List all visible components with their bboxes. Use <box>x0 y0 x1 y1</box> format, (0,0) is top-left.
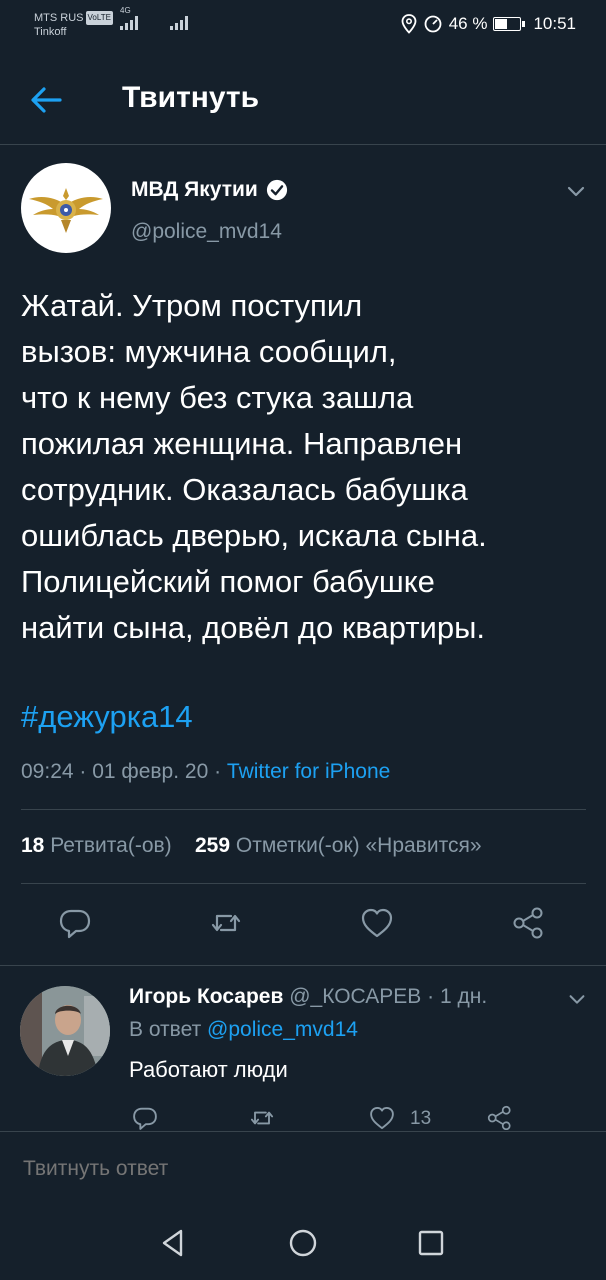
reply-icon[interactable] <box>57 905 93 941</box>
compose-bar <box>0 1131 606 1206</box>
divider <box>21 883 586 884</box>
nav-home-icon[interactable] <box>286 1226 320 1260</box>
reply-to-line: В ответ @police_mvd14 <box>129 1018 358 1042</box>
reply-actions: 13 <box>0 1104 606 1130</box>
reply-like-count: 13 <box>410 1108 432 1129</box>
like-icon[interactable] <box>359 905 395 941</box>
carrier-info: MTS RUS VoLTE Tinkoff <box>34 11 113 39</box>
carrier-name-2: Tinkoff <box>34 26 67 38</box>
battery-percent: 46 % <box>448 14 488 33</box>
arrow-left-icon <box>31 87 62 113</box>
volte-badge: VoLTE <box>85 11 113 25</box>
tweet-text: Жатай. Утром поступил вызов: мужчина соо… <box>21 288 487 645</box>
reply-tweet[interactable]: Игорь Косарев @_КОСАРЕВ · 1 дн. В ответ … <box>0 966 606 1130</box>
tweet-date: 01 февр. 20 <box>92 760 209 783</box>
tweet-actions <box>0 905 606 955</box>
signal-strength-2-icon <box>170 14 188 30</box>
nav-back-icon[interactable] <box>156 1226 190 1260</box>
reply-text: Работают люди <box>129 1057 288 1082</box>
reply-age: 1 дн. <box>439 985 488 1008</box>
system-navbar <box>0 1206 606 1280</box>
chevron-down-icon[interactable] <box>566 988 588 1010</box>
tweet-source[interactable]: Twitter for iPhone <box>227 760 390 783</box>
retweets-count[interactable]: 18 <box>21 834 44 857</box>
verified-badge-icon <box>266 179 287 201</box>
tweet-stats: 18 Ретвита(-ов) 259 Отметки(-ок) «Нравит… <box>21 834 571 858</box>
retweets-label[interactable]: Ретвита(-ов) <box>50 834 171 857</box>
like-icon[interactable] <box>368 1104 396 1130</box>
reply-icon[interactable] <box>131 1104 159 1130</box>
reply-header: Игорь Косарев @_КОСАРЕВ · 1 дн. <box>129 985 488 1008</box>
reply-to-mention[interactable]: @police_mvd14 <box>207 1018 358 1041</box>
likes-count[interactable]: 259 <box>195 834 230 857</box>
author-name-text: МВД Якутии <box>131 178 258 201</box>
signal-strength-icon <box>120 14 138 30</box>
app-header: Твитнуть <box>0 52 606 145</box>
share-icon[interactable] <box>486 1104 514 1130</box>
battery-icon <box>493 17 526 31</box>
mvd-emblem-icon <box>29 188 103 233</box>
hashtag-link[interactable]: #дежурка14 <box>21 699 193 735</box>
tweet-meta: 09:24 · 01 февр. 20 · Twitter for iPhone <box>21 760 391 783</box>
reply-author-handle[interactable]: @_КОСАРЕВ <box>289 985 421 1008</box>
nav-recents-icon[interactable] <box>414 1226 448 1260</box>
network-type: 4G <box>120 6 131 15</box>
retweet-icon[interactable] <box>248 1104 276 1130</box>
carrier-name: MTS RUS <box>34 12 84 24</box>
tweet-time: 09:24 <box>21 760 74 783</box>
clock: 10:51 <box>533 14 576 33</box>
likes-label[interactable]: Отметки(-ок) «Нравится» <box>236 834 482 857</box>
author-handle[interactable]: @police_mvd14 <box>131 220 282 244</box>
chevron-down-icon[interactable] <box>564 179 588 203</box>
avatar[interactable] <box>21 163 111 253</box>
data-saver-icon <box>424 15 442 33</box>
page-title: Твитнуть <box>122 81 260 114</box>
divider <box>21 809 586 810</box>
reply-input[interactable] <box>21 1156 585 1182</box>
user-photo-icon <box>20 986 110 1076</box>
retweet-icon[interactable] <box>208 905 244 941</box>
reply-author-name[interactable]: Игорь Косарев <box>129 985 283 1008</box>
reply-avatar[interactable] <box>20 986 110 1076</box>
share-icon[interactable] <box>511 905 547 941</box>
author-name[interactable]: МВД Якутии <box>131 178 288 202</box>
status-bar: MTS RUS VoLTE Tinkoff 4G 46 % 10:51 <box>0 0 606 52</box>
back-button[interactable] <box>24 78 68 122</box>
reply-to-prefix: В ответ <box>129 1018 202 1041</box>
location-icon <box>401 14 417 34</box>
status-right: 46 % 10:51 <box>401 14 576 34</box>
